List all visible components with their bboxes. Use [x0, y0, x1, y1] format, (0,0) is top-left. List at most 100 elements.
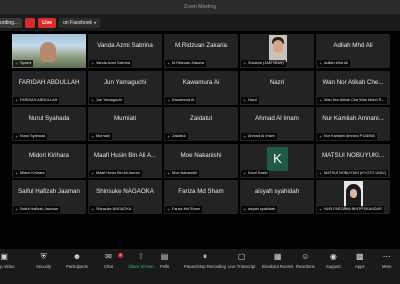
toolbar-label: More — [382, 264, 392, 269]
participant-tile[interactable]: Jun Yamaguchi ✦ Jun Yamaguchi — [88, 70, 162, 105]
breakout-rooms-button[interactable]: ▦ Breakout Rooms — [262, 252, 293, 269]
participant-tile[interactable]: Maafi Husin Bin Ali A... ✦ Maafi Husin Bin… — [88, 143, 162, 178]
participant-label-text: Nur Kamilah Amnani P116058 — [324, 134, 375, 138]
participant-tile[interactable]: Moe Nakanishi ✦ Moe Nakanishi — [164, 143, 238, 178]
muted-mic-icon: ✦ — [91, 170, 95, 176]
participant-tile[interactable]: Ahmad Al Imam ✦ Ahmad Al Imam — [240, 107, 314, 141]
participant-label-text: NUR FARZANA BINTI ISKANDAR — [324, 207, 382, 211]
muted-mic-icon: ✦ — [319, 170, 323, 176]
more-icon: ⋯ — [382, 252, 391, 261]
muted-mic-icon: ✦ — [15, 170, 19, 176]
toolbar-label: Support — [326, 264, 341, 269]
muted-mic-icon: ✦ — [167, 170, 171, 176]
participant-label: ✦ FARIDAH ABDULLAH — [13, 96, 60, 104]
reactions-button[interactable]: ☺ Reactions — [296, 252, 315, 269]
participant-tile[interactable]: Murniati ✦ Murniati — [88, 107, 162, 141]
participant-label-text: Ahmad Al Imam — [248, 134, 275, 138]
participant-label-text: Saiful Hafizah Jaaman — [20, 207, 58, 211]
participant-name: Saiful Hafizah Jaaman — [18, 188, 80, 195]
participant-name: Vanda Azmi Sabrina — [97, 42, 153, 49]
participant-tile[interactable]: M.Ridzuan Zakaria ✦ M.Ridzuan Zakaria — [164, 34, 238, 68]
meeting-toolbar: ▣ Stop Video ⛨ Security ☻ Participants ✉ Chat 2 ⇧… — [0, 249, 400, 284]
share-screen-button[interactable]: ⇧ Share Screen — [128, 252, 154, 269]
participant-tile[interactable]: Midori Kirihara ✦ Midori Kirihara — [12, 143, 86, 178]
participant-label-text: M.Ridzuan Zakaria — [172, 61, 204, 65]
participant-tile[interactable]: Vanda Azmi Sabrina ✦ Vanda Azmi Sabrina — [88, 34, 162, 68]
participant-tile[interactable]: Zaidatul ✦ Zaidatul — [164, 107, 238, 141]
polls-icon: ▤ — [160, 252, 169, 261]
participants-button[interactable]: ☻ Participants — [66, 252, 88, 269]
participant-label-text: Wan Nor Atikah Che Wan Mohd R... — [324, 97, 385, 102]
toolbar-label: Security — [36, 264, 52, 269]
muted-mic-icon: ✦ — [15, 207, 19, 212]
participant-tile[interactable]: Saiful Hafizah Jaaman ✦ Saiful Hafizah Jaa… — [12, 180, 86, 214]
muted-mic-icon: ✦ — [15, 97, 19, 103]
participant-tile[interactable]: Wan Nor Atikah Che... ✦ Wan Nor Atikah Che… — [316, 70, 390, 105]
participant-tile[interactable]: MATSUI NOBUYUKI... ✦ MATSUI NOBUYUKI (KYOT… — [316, 143, 390, 178]
participant-label: ✦ Ahmad Al Imam — [241, 133, 277, 140]
participant-tile[interactable]: K ✦ Kaori Saeki — [240, 143, 314, 178]
participant-label: ✦ NUR FARZANA BINTI ISKANDAR — [317, 206, 384, 213]
recording-stop-icon[interactable] — [25, 17, 36, 28]
stream-target-dropdown[interactable]: on Facebook ▾ — [59, 17, 101, 28]
participant-label: ✦ Adliah Mhd Ali — [317, 60, 351, 67]
participant-tile[interactable]: Fariza Md Sham ✦ Fariza Md Sham — [164, 180, 238, 214]
participant-label-text: MATSUI NOBUYUKI (KYOTO UNIV) — [324, 170, 386, 175]
participant-label-text: Syazni — [20, 61, 32, 65]
more-button[interactable]: ⋯ More — [382, 252, 392, 269]
live-badge: Live — [38, 17, 57, 28]
participant-tile[interactable]: FARIDAH ABDULLAH ✦ FARIDAH ABDULLAH — [12, 70, 86, 105]
support-button[interactable]: ◉ Support — [326, 252, 341, 269]
participant-tile[interactable]: ✦ Shidane (JAM News) — [240, 34, 314, 68]
live-transcript-button[interactable]: ▢ Live Transcript — [228, 252, 255, 269]
participant-label: ✦ Maafi Husin Bin Ali Amran — [89, 169, 142, 177]
participant-tile[interactable]: Nazri ✦ Nazri — [240, 70, 314, 105]
muted-mic-icon: ✦ — [243, 207, 247, 212]
muted-mic-icon: ✦ — [91, 134, 95, 139]
stop-video-button[interactable]: ▣ Stop Video — [0, 252, 14, 269]
participant-tile[interactable]: Adliah Mhd Ali ✦ Adliah Mhd Ali — [316, 34, 390, 68]
polls-button[interactable]: ▤ Polls — [160, 252, 169, 269]
participant-name: Jun Yamaguchi — [103, 78, 147, 86]
participant-tile[interactable]: Nurul Syahada ✦ Nurul Syahada — [12, 107, 86, 141]
participant-name: MATSUI NOBUYUKI... — [321, 151, 385, 159]
participant-tile[interactable]: Nur Kamilah Amnani... ✦ Nur Kamilah Amnani… — [316, 107, 390, 141]
pause-stop-recording-button[interactable]: ⏸ Pause/Stop Recording — [184, 252, 226, 269]
gallery-view: ✦ Syazni Vanda Azmi Sabrina ✦ Vanda Azmi Sab… — [12, 34, 390, 246]
participant-name: Moe Nakanishi — [180, 151, 222, 159]
participant-tile[interactable]: Shinsuke NAGAOKA ✦ Shinsuke NAGAOKA — [88, 180, 162, 214]
video-camera-icon: ▣ — [0, 252, 8, 261]
participant-tile[interactable]: aisyah syahidah ✦ aisyah syahidah — [240, 180, 314, 214]
muted-mic-icon: ✦ — [167, 207, 171, 212]
participant-avatar: K — [267, 146, 288, 171]
participant-label: ✦ Syazni — [13, 60, 34, 67]
recording-status[interactable]: ording... — [0, 17, 23, 28]
toolbar-label: Chat — [104, 264, 113, 269]
participant-label: ✦ Kawamura Ai — [165, 96, 197, 104]
toolbar-label: Polls — [160, 264, 170, 269]
participant-name: Ahmad Al Imam — [255, 115, 299, 122]
apps-button[interactable]: ▩ Apps — [355, 252, 365, 269]
participant-label: ✦ Jun Yamaguchi — [89, 96, 124, 104]
participant-tile[interactable]: Kawamura Ai ✦ Kawamura Ai — [164, 70, 238, 105]
participant-tile[interactable]: ✦ Syazni — [12, 34, 86, 68]
muted-mic-icon: ✦ — [15, 61, 19, 66]
muted-mic-icon: ✦ — [167, 61, 171, 66]
participant-name: Adliah Mhd Ali — [333, 42, 373, 49]
security-button[interactable]: ⛨ Security — [36, 252, 51, 269]
apps-icon: ▩ — [355, 252, 364, 261]
meeting-topbar: ording... Live on Facebook ▾ — [0, 14, 400, 31]
participants-icon: ☻ — [72, 252, 82, 261]
participant-label: ✦ Vanda Azmi Sabrina — [89, 60, 133, 67]
chat-button[interactable]: ✉ Chat 2 — [104, 252, 123, 269]
muted-mic-icon: ✦ — [167, 97, 171, 103]
participant-label: ✦ M.Ridzuan Zakaria — [165, 60, 206, 67]
muted-mic-icon: ✦ — [15, 134, 19, 139]
participant-label: ✦ Kaori Saeki — [241, 169, 270, 177]
reaction-icon: ☺ — [301, 252, 310, 261]
participant-label: ✦ Shinsuke NAGAOKA — [89, 206, 134, 213]
muted-mic-icon: ✦ — [319, 97, 323, 103]
participant-tile[interactable]: ✦ NUR FARZANA BINTI ISKANDAR — [316, 180, 390, 214]
participant-name: Nur Kamilah Amnani... — [322, 115, 384, 122]
shield-icon: ⛨ — [40, 252, 47, 261]
